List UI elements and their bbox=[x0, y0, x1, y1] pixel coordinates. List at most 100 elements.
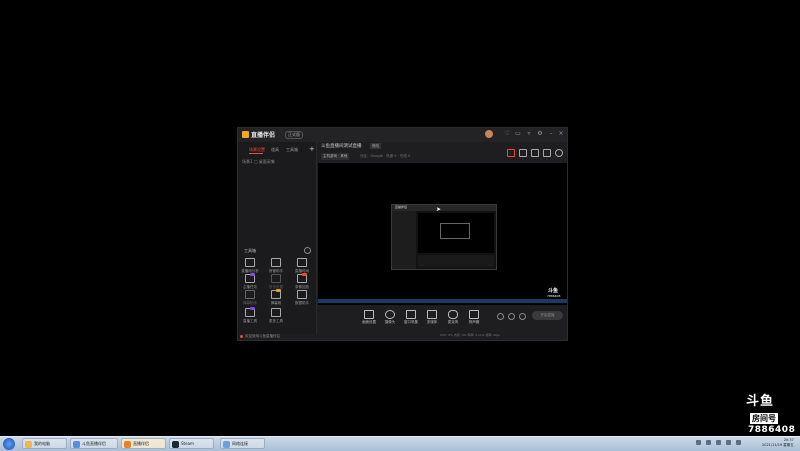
media-icon bbox=[427, 310, 437, 319]
message-icon[interactable]: ▭ bbox=[515, 131, 521, 137]
tool-item[interactable]: 弹幕助手 bbox=[239, 290, 261, 306]
browser-icon bbox=[73, 441, 80, 448]
record-icon[interactable] bbox=[507, 149, 515, 157]
preview-watermark-number: 7886408 bbox=[547, 294, 561, 298]
edit-room-button[interactable]: 修改 bbox=[370, 143, 381, 149]
captured-nested-screen bbox=[440, 223, 470, 239]
control-item[interactable]: 多媒体 bbox=[421, 310, 443, 325]
captured-taskbar bbox=[318, 299, 567, 303]
audio-level-icon[interactable] bbox=[508, 313, 515, 320]
room-number: 7886408 bbox=[748, 425, 796, 435]
skin-icon[interactable]: ▿ bbox=[526, 131, 532, 137]
input-method-icon[interactable] bbox=[726, 440, 731, 445]
tool-item[interactable]: 更多工具 bbox=[265, 308, 287, 324]
windows-taskbar: 我的电脑 斗鱼直播伴侣 直播伴侣 Steam 网络连接 20:37 2021/1… bbox=[0, 436, 800, 451]
user-avatar[interactable] bbox=[485, 130, 493, 138]
tool-item[interactable]: 直播时间 bbox=[291, 258, 313, 274]
status-bar: CPU: 0% 内存: 0% 码率: 0 kb/s 帧率: 0fps bbox=[440, 333, 500, 337]
screen-settings-icon bbox=[364, 310, 374, 319]
window-capture-icon bbox=[406, 310, 416, 319]
taskbar-clock[interactable]: 20:37 2021/11/19 星期五 bbox=[762, 438, 794, 448]
tool-item[interactable]: 直播间分析 bbox=[239, 258, 261, 274]
captured-app-window: 直播伴侣 bbox=[391, 204, 497, 270]
tab-props[interactable]: 道具 bbox=[271, 147, 279, 153]
control-item[interactable]: 画面设置 bbox=[358, 310, 380, 325]
room-number-label: 房间号 bbox=[750, 413, 778, 424]
close-icon[interactable]: × bbox=[558, 131, 564, 137]
taskbar-item[interactable]: 直播伴侣 bbox=[121, 438, 166, 449]
gear-icon[interactable] bbox=[519, 313, 526, 320]
folder-icon bbox=[25, 441, 32, 448]
control-item[interactable]: 麦克风 bbox=[442, 310, 464, 325]
steam-icon bbox=[172, 441, 179, 448]
stream-settings-icon bbox=[271, 274, 281, 283]
new-tag bbox=[302, 273, 307, 276]
camera-icon bbox=[385, 310, 395, 319]
new-tag bbox=[250, 273, 255, 276]
tool-item[interactable]: 主播任务 bbox=[239, 273, 261, 290]
settings-icon[interactable]: ⚙ bbox=[537, 131, 543, 137]
danmaku-helper-icon bbox=[245, 290, 255, 299]
tool-item[interactable]: 推流设置 bbox=[265, 274, 287, 290]
taskbar-item[interactable]: 斗鱼直播伴侣 bbox=[70, 438, 118, 449]
douyu-logo: 斗鱼 bbox=[746, 394, 775, 409]
gift-icon[interactable]: ♡ bbox=[504, 131, 510, 137]
streaming-app-icon bbox=[124, 441, 131, 448]
add-scene-icon[interactable]: + bbox=[309, 145, 315, 153]
tray-arrow-icon[interactable] bbox=[696, 440, 701, 445]
captured-preview bbox=[418, 213, 494, 253]
volume-tray-icon[interactable] bbox=[716, 440, 721, 445]
scene-source-row[interactable]: 场景1 □ 桌面采集 bbox=[242, 159, 275, 165]
new-tag bbox=[276, 289, 281, 292]
captured-sidebar bbox=[392, 211, 416, 269]
notification-icon[interactable] bbox=[543, 149, 551, 157]
taskbar-item[interactable]: Steam bbox=[169, 438, 214, 449]
tools-title: 工具箱 bbox=[244, 248, 256, 253]
minimize-icon[interactable]: – bbox=[548, 131, 554, 137]
layout-icon[interactable] bbox=[531, 149, 539, 157]
tool-item[interactable]: 直播工具 bbox=[239, 307, 261, 324]
version-badge[interactable]: 正式版 bbox=[285, 131, 303, 139]
tools-settings-icon[interactable] bbox=[304, 247, 311, 254]
share-icon[interactable] bbox=[555, 149, 563, 157]
start-live-button[interactable]: 开始直播 bbox=[532, 311, 563, 320]
captured-title: 直播伴侣 bbox=[395, 205, 408, 209]
live-tools-icon bbox=[245, 307, 255, 317]
tab-toolbox[interactable]: 工具箱 bbox=[286, 147, 298, 153]
sidebar: 场景设置 道具 工具箱 + 场景1 □ 桌面采集 工具箱 直播间分析 房管助手 … bbox=[238, 142, 317, 338]
taskbar-item[interactable]: 网络连接 bbox=[220, 438, 265, 449]
app-title: 直播伴侣 bbox=[251, 132, 276, 139]
danmaku-icon bbox=[271, 289, 281, 299]
tool-item[interactable]: 录像回放 bbox=[291, 273, 313, 290]
live-preview[interactable]: 直播伴侣 ➤ 斗鱼 7886408 bbox=[318, 163, 567, 305]
mouse-cursor-icon: ➤ bbox=[436, 206, 442, 213]
room-title: 斗鱼直播间测试直播 bbox=[321, 144, 362, 149]
screenshot-icon[interactable] bbox=[519, 149, 527, 157]
app-titlebar: 直播伴侣 正式版 ♡ ▭ ▿ ⚙ – × bbox=[238, 128, 567, 142]
control-item[interactable]: 摄像头 bbox=[379, 310, 401, 325]
data-helper-icon bbox=[297, 290, 307, 299]
tool-item[interactable]: 房管助手 bbox=[265, 258, 287, 274]
live-analysis-icon bbox=[245, 258, 255, 267]
app-logo-icon bbox=[242, 131, 249, 138]
control-item[interactable]: 窗口采集 bbox=[400, 310, 422, 325]
taskbar-item[interactable]: 我的电脑 bbox=[22, 438, 67, 449]
tool-item[interactable]: 弹幕姬 bbox=[265, 289, 287, 306]
tool-item[interactable]: 数据助手 bbox=[291, 290, 313, 306]
network-icon bbox=[223, 441, 230, 448]
captured-controls bbox=[418, 255, 494, 267]
sidebar-footer-notice[interactable]: 欢迎使用斗鱼直播伴侣 bbox=[245, 334, 280, 339]
category-select[interactable]: 主机游戏 · 其他 bbox=[321, 153, 350, 160]
video-icon[interactable] bbox=[497, 313, 504, 320]
replay-icon bbox=[297, 273, 307, 283]
network-tray-icon[interactable] bbox=[706, 440, 711, 445]
security-tray-icon[interactable] bbox=[736, 440, 741, 445]
schedule-icon bbox=[297, 258, 307, 267]
live-streaming-app-window: 直播伴侣 正式版 ♡ ▭ ▿ ⚙ – × 场景设置 道具 工具箱 + 场景1 □… bbox=[237, 127, 568, 341]
new-tag bbox=[250, 307, 255, 310]
start-button[interactable] bbox=[3, 438, 15, 450]
microphone-icon bbox=[448, 310, 458, 319]
control-item[interactable]: 扬声器 bbox=[463, 310, 485, 325]
notice-dot-icon bbox=[240, 335, 243, 338]
task-icon bbox=[245, 273, 255, 283]
